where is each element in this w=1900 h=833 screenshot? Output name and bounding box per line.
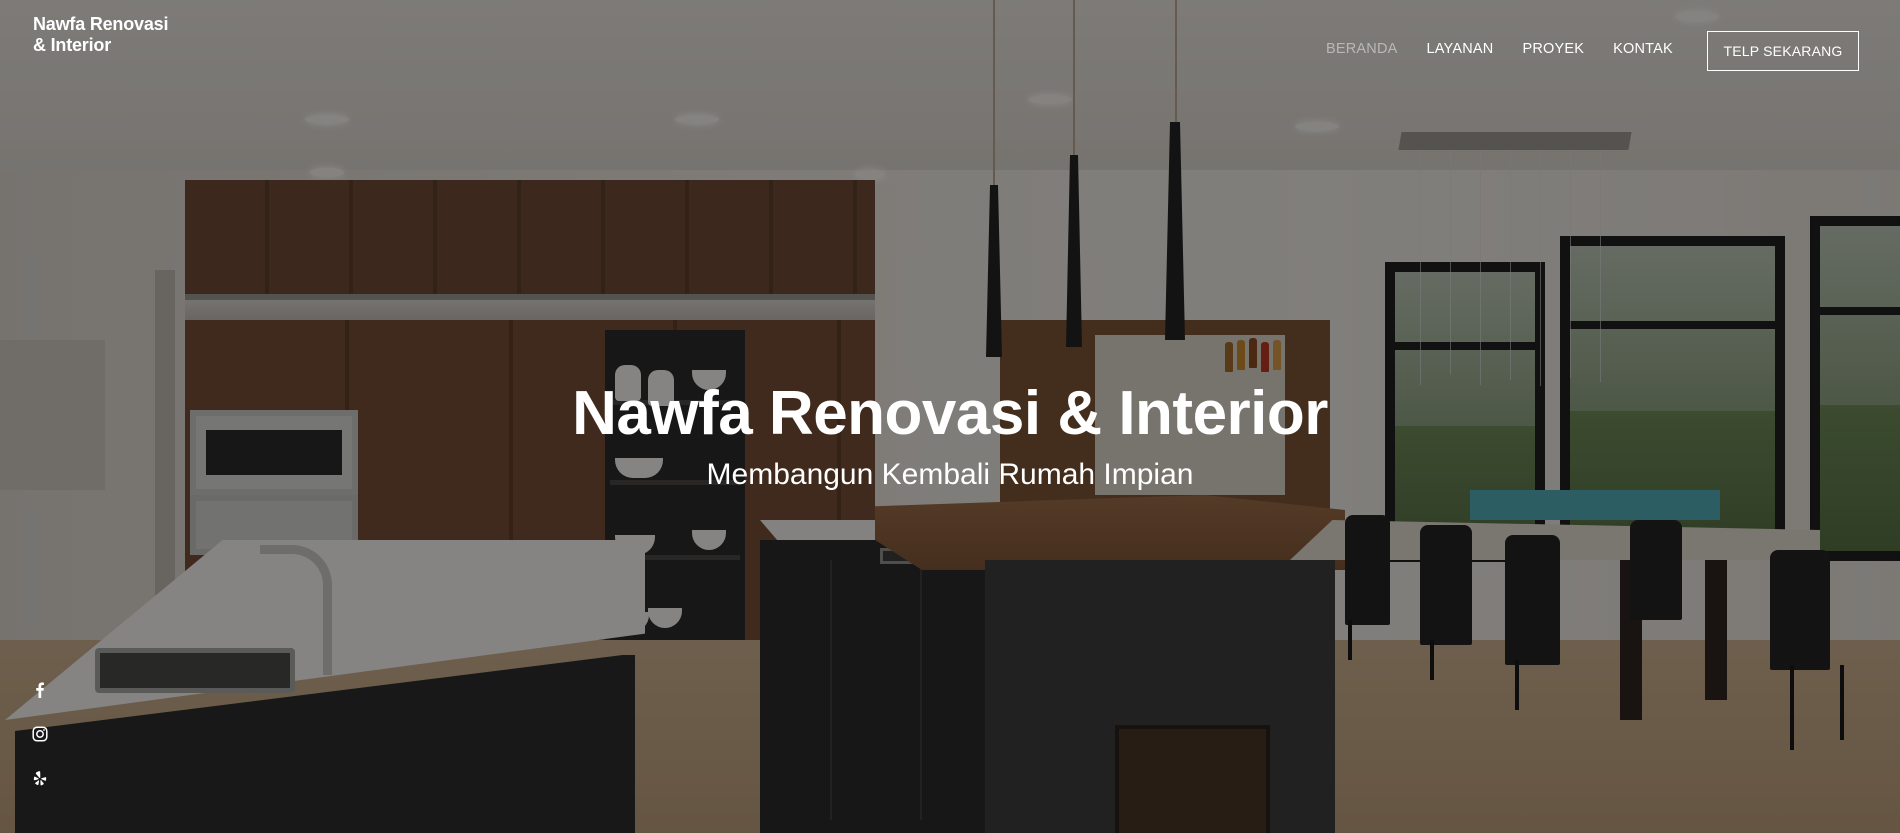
facebook-icon-glyph [36, 682, 44, 698]
brand-logo[interactable]: Nawfa Renovasi & Interior [33, 14, 173, 56]
nav-item-proyek[interactable]: PROYEK [1522, 41, 1584, 57]
call-now-button[interactable]: TELP SEKARANG [1707, 31, 1859, 71]
nav-item-kontak[interactable]: KONTAK [1613, 41, 1673, 57]
yelp-icon[interactable] [30, 768, 50, 788]
main-nav: BERANDA LAYANAN PROYEK KONTAK [1326, 41, 1702, 57]
instagram-icon-glyph [32, 726, 48, 742]
facebook-icon[interactable] [30, 680, 50, 700]
instagram-icon[interactable] [30, 724, 50, 744]
hero-subtitle: Membangun Kembali Rumah Impian [706, 458, 1194, 491]
nav-item-beranda[interactable]: BERANDA [1326, 41, 1398, 57]
yelp-icon-glyph [33, 771, 47, 786]
hero-title: Nawfa Renovasi & Interior [572, 379, 1328, 448]
nav-item-layanan[interactable]: LAYANAN [1427, 41, 1494, 57]
